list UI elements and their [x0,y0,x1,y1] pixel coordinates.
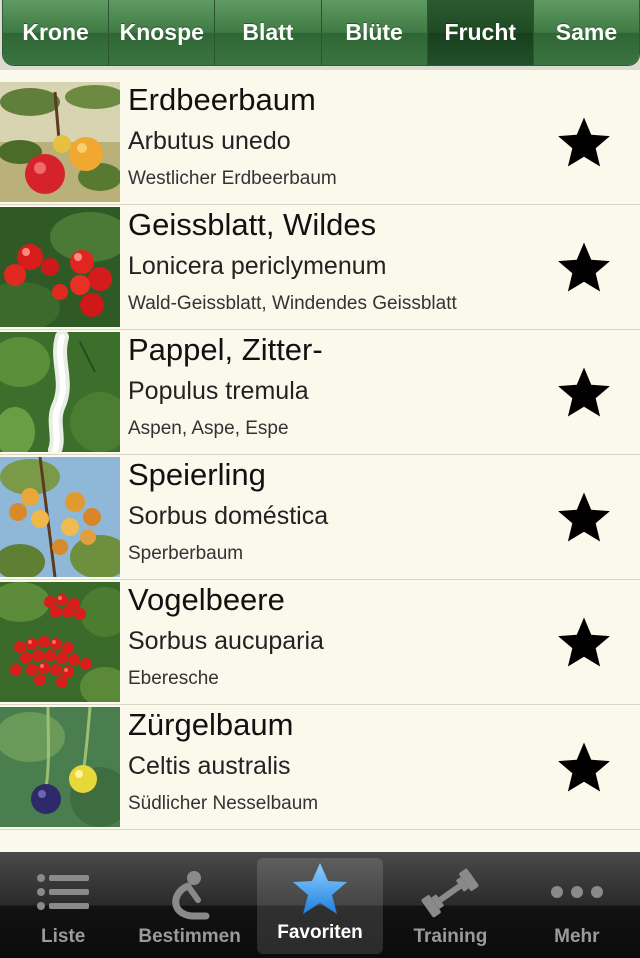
tab-liste[interactable]: Liste [0,852,126,958]
star-icon[interactable] [556,364,612,420]
identify-icon [158,864,222,922]
star-icon[interactable] [556,239,612,295]
segment-same[interactable]: Same [533,0,639,65]
plant-thumbnail-pappel [0,332,120,452]
plant-alt-names: Eberesche [128,668,219,689]
segment-krone[interactable]: Krone [3,0,110,65]
star-icon [288,860,352,918]
list-icon [31,864,95,922]
tab-bar: Liste Bestimmen Favoriten Training Mehr [0,852,640,958]
plant-alt-names: Südlicher Nesselbaum [128,793,319,814]
tab-label: Training [413,926,488,947]
list-item[interactable]: Pappel, Zitter- Populus tremula Aspen, A… [0,330,640,455]
plant-thumbnail-zuergelbaum [0,707,120,827]
tab-label: Bestimmen [138,926,241,947]
plant-latin-name: Celtis australis [128,752,291,780]
more-icon [545,864,609,922]
tab-label: Liste [41,926,86,947]
category-filter-bar: Krone Knospe Blatt Blüte Frucht Same [0,0,640,70]
plant-name: Speierling [128,457,266,492]
star-icon[interactable] [556,114,612,170]
plant-latin-name: Arbutus unedo [128,127,291,155]
segment-bluete[interactable]: Blüte [321,0,428,65]
star-icon[interactable] [556,489,612,545]
plant-thumbnail-erdbeerbaum [0,82,120,202]
segment-knospe[interactable]: Knospe [109,0,216,65]
plant-thumbnail-speierling [0,457,120,577]
plant-alt-names: Wald-Geissblatt, Windendes Geissblatt [128,293,457,314]
tab-training[interactable]: Training [387,852,513,958]
star-icon[interactable] [556,614,612,670]
tab-favoriten[interactable]: Favoriten [256,858,384,954]
tab-bestimmen[interactable]: Bestimmen [126,852,252,958]
plant-alt-names: Aspen, Aspe, Espe [128,418,289,439]
segment-frucht[interactable]: Frucht [427,0,534,65]
tab-mehr[interactable]: Mehr [514,852,640,958]
dumbbell-icon [418,864,482,922]
favorites-list: Erdbeerbaum Arbutus unedo Westlicher Erd… [0,80,640,830]
plant-thumbnail-geissblatt [0,207,120,327]
plant-name: Zürgelbaum [128,707,294,742]
plant-alt-names: Westlicher Erdbeerbaum [128,168,337,189]
plant-name: Erdbeerbaum [128,82,316,117]
plant-alt-names: Sperberbaum [128,543,244,564]
plant-latin-name: Lonicera periclymenum [128,252,387,280]
plant-name: Geissblatt, Wildes [128,207,377,242]
list-item[interactable]: Erdbeerbaum Arbutus unedo Westlicher Erd… [0,80,640,205]
list-item[interactable]: Vogelbeere Sorbus aucuparia Eberesche [0,580,640,705]
plant-latin-name: Sorbus aucuparia [128,627,324,655]
plant-latin-name: Populus tremula [128,377,309,405]
list-item[interactable]: Zürgelbaum Celtis australis Südlicher Ne… [0,705,640,830]
plant-name: Vogelbeere [128,582,285,617]
segment-blatt[interactable]: Blatt [215,0,322,65]
list-item[interactable]: Geissblatt, Wildes Lonicera periclymenum… [0,205,640,330]
star-icon[interactable] [556,739,612,795]
list-item[interactable]: Speierling Sorbus doméstica Sperberbaum [0,455,640,580]
plant-thumbnail-vogelbeere [0,582,120,702]
plant-name: Pappel, Zitter- [128,332,323,367]
tab-label: Favoriten [277,922,363,943]
segmented-control: Krone Knospe Blatt Blüte Frucht Same [2,0,640,66]
tab-label: Mehr [554,926,600,947]
plant-latin-name: Sorbus doméstica [128,502,329,530]
